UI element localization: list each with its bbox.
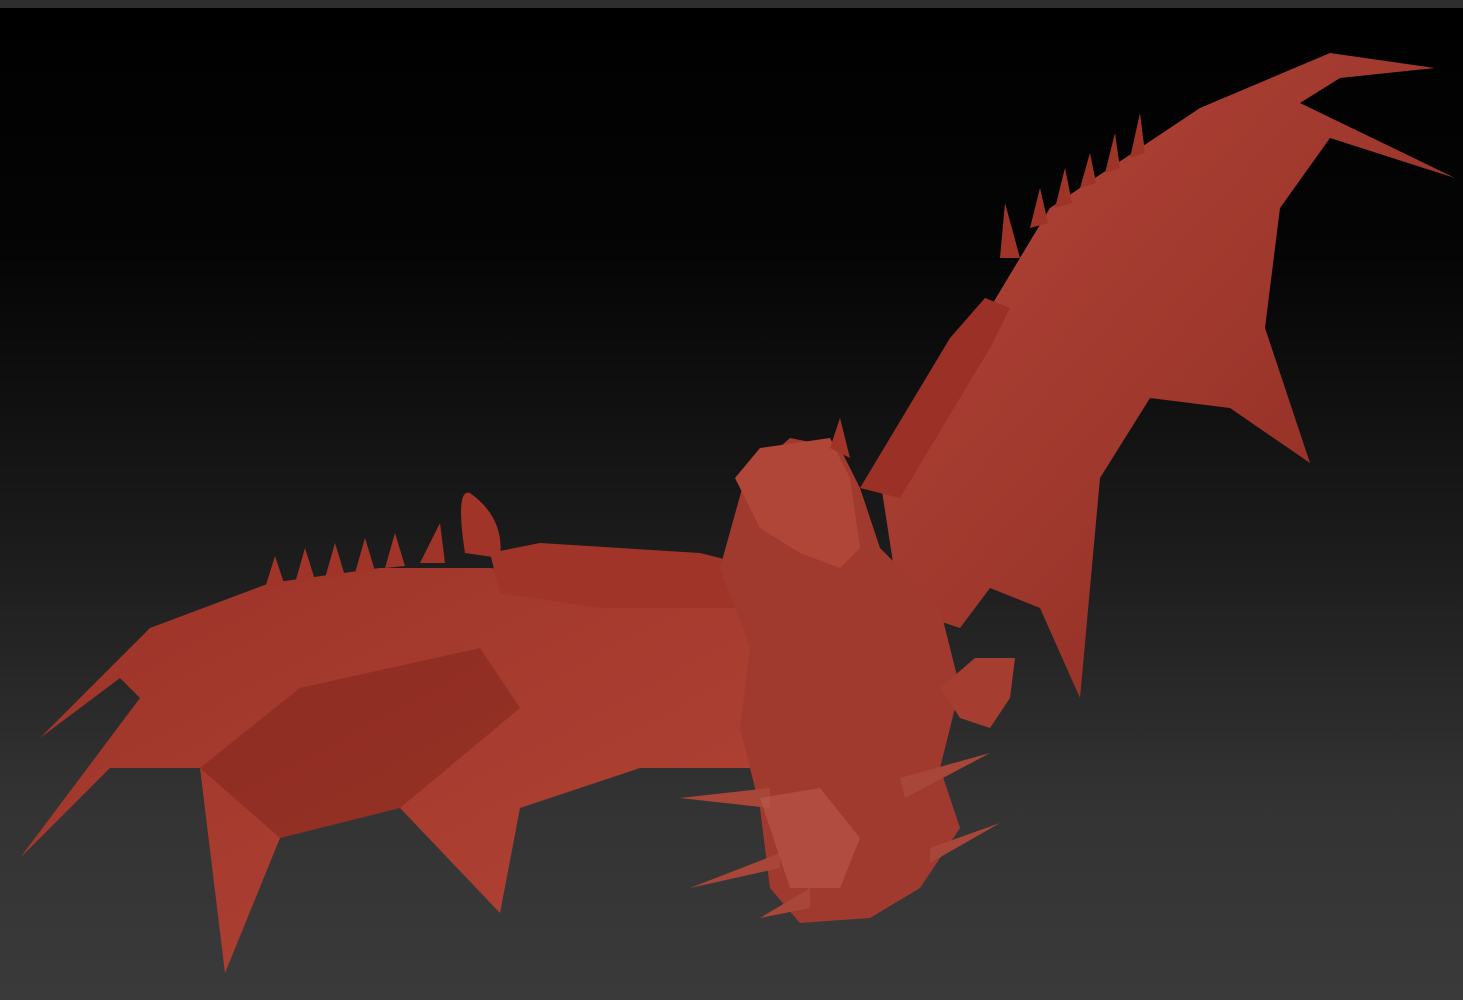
3d-viewport[interactable] [0, 0, 1463, 1000]
dragon-model [20, 53, 1455, 973]
